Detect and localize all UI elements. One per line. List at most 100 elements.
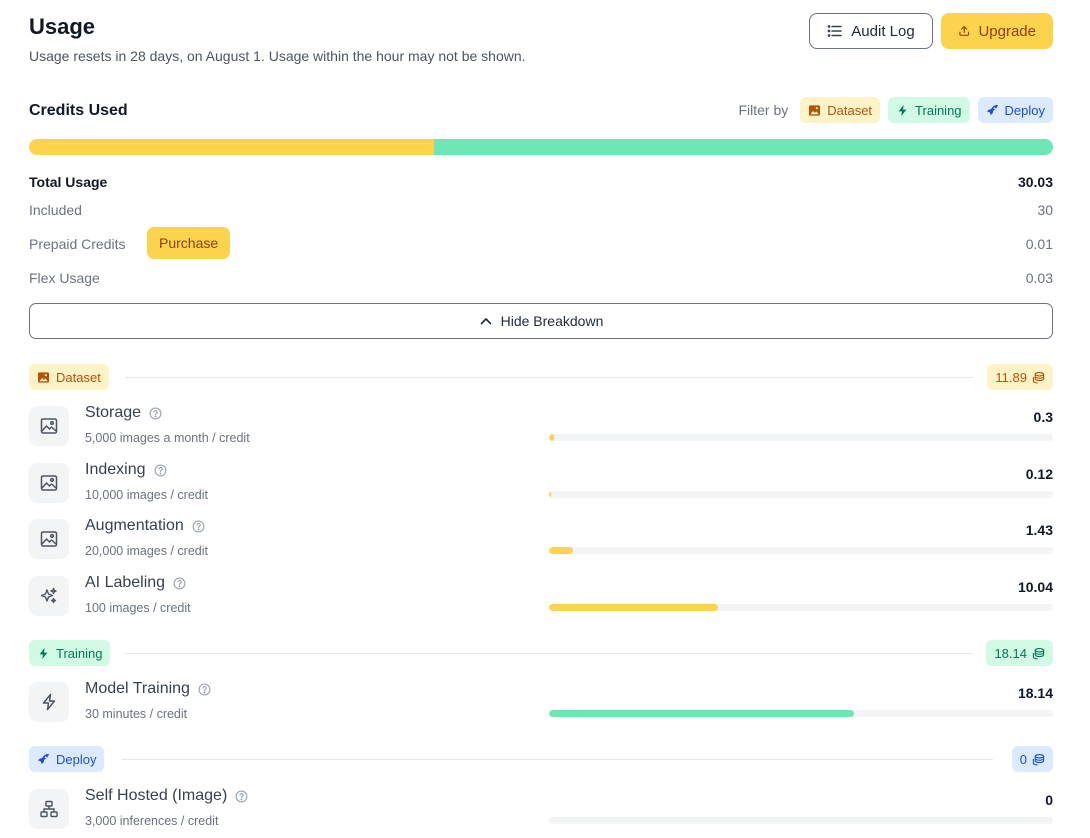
upgrade-label: Upgrade bbox=[978, 22, 1036, 40]
filter-dataset-label: Dataset bbox=[827, 102, 873, 118]
usage-page: Usage Usage resets in 28 days, on August… bbox=[29, 0, 1053, 829]
storage-progress-fill bbox=[549, 434, 555, 441]
usage-item-storage: Storage 5,000 images a month / credit 0.… bbox=[29, 404, 1053, 452]
model-training-progress-fill bbox=[549, 710, 854, 717]
usage-item-model-training: Model Training 30 minutes / credit 18.14 bbox=[29, 680, 1053, 728]
lightning-icon bbox=[898, 104, 907, 116]
indexing-progress-track bbox=[549, 491, 1053, 498]
prepaid-credits-label: Prepaid Credits bbox=[29, 236, 126, 252]
section-divider bbox=[125, 653, 973, 654]
storage-value: 0.3 bbox=[1033, 409, 1053, 425]
usage-item-name: Self Hosted (Image) bbox=[85, 787, 248, 805]
training-section-badge: Training bbox=[29, 640, 111, 666]
section-divider bbox=[121, 759, 993, 760]
lightning-icon bbox=[29, 682, 69, 722]
audit-log-button[interactable]: Audit Log bbox=[809, 13, 933, 49]
flex-usage-value: 0.03 bbox=[1025, 270, 1053, 286]
section-divider bbox=[125, 377, 973, 378]
ai-labeling-rate: 100 images / credit bbox=[85, 601, 191, 615]
storage-name: Storage bbox=[85, 404, 142, 421]
augmentation-name: Augmentation bbox=[85, 517, 184, 534]
usage-item-name: Model Training bbox=[85, 680, 211, 698]
upload-icon bbox=[959, 25, 970, 36]
training-section-total: 18.14 bbox=[986, 640, 1053, 666]
model-training-progress-track bbox=[549, 710, 1053, 717]
network-icon bbox=[29, 789, 69, 829]
image-icon bbox=[29, 406, 69, 446]
flex-usage-row: Flex Usage 0.03 bbox=[29, 270, 1053, 290]
credits-bar-segment-training bbox=[434, 139, 1053, 155]
model-training-name: Model Training bbox=[85, 680, 190, 697]
filter-deploy-label: Deploy bbox=[1004, 102, 1045, 118]
help-icon[interactable] bbox=[192, 520, 205, 533]
image-icon bbox=[37, 371, 50, 383]
total-usage-row: Total Usage 30.03 bbox=[29, 174, 1053, 194]
image-icon bbox=[29, 519, 69, 559]
image-icon bbox=[809, 104, 821, 116]
indexing-value: 0.12 bbox=[1025, 466, 1053, 482]
ai-labeling-progress-fill bbox=[549, 604, 718, 611]
training-section-label: Training bbox=[56, 645, 103, 661]
filter-dataset[interactable]: Dataset bbox=[800, 97, 881, 123]
usage-item-name: Storage bbox=[85, 404, 162, 422]
self-hosted-image-value: 0 bbox=[1045, 792, 1053, 808]
dataset-section-total: 11.89 bbox=[987, 364, 1053, 390]
filter-group: Filter by Dataset Training Deploy bbox=[738, 97, 1053, 123]
sparkles-icon bbox=[29, 576, 69, 616]
deploy-section-total: 0 bbox=[1011, 746, 1053, 772]
usage-item-name: AI Labeling bbox=[85, 574, 186, 592]
page-header: Usage Usage resets in 28 days, on August… bbox=[29, 0, 1053, 72]
self-hosted-image-name: Self Hosted (Image) bbox=[85, 787, 228, 804]
help-icon[interactable] bbox=[149, 407, 162, 420]
purchase-button[interactable]: Purchase bbox=[147, 227, 231, 259]
upgrade-button[interactable]: Upgrade bbox=[941, 13, 1053, 49]
model-training-value: 18.14 bbox=[1017, 685, 1053, 701]
self-hosted-image-progress-track bbox=[549, 817, 1053, 824]
included-value: 30 bbox=[1037, 202, 1053, 218]
coins-icon bbox=[1032, 753, 1045, 765]
credits-bar-segment-dataset bbox=[29, 139, 435, 155]
deploy-section-badge: Deploy bbox=[29, 746, 105, 772]
indexing-rate: 10,000 images / credit bbox=[85, 488, 208, 502]
ai-labeling-name: AI Labeling bbox=[85, 574, 166, 591]
filter-training[interactable]: Training bbox=[888, 97, 970, 123]
header-actions: Audit Log Upgrade bbox=[809, 13, 1053, 49]
deploy-section-header: Deploy 0 bbox=[29, 746, 1053, 772]
help-icon[interactable] bbox=[198, 683, 211, 696]
image-icon bbox=[29, 463, 69, 503]
included-label: Included bbox=[29, 202, 82, 218]
storage-rate: 5,000 images a month / credit bbox=[85, 431, 250, 445]
flex-usage-label: Flex Usage bbox=[29, 270, 100, 286]
credits-used-title: Credits Used bbox=[29, 102, 128, 119]
total-usage-value: 30.03 bbox=[1017, 174, 1053, 190]
usage-item-indexing: Indexing 10,000 images / credit 0.12 bbox=[29, 461, 1053, 509]
rocket-icon bbox=[986, 104, 998, 115]
list-icon bbox=[827, 25, 843, 37]
ai-labeling-value: 10.04 bbox=[1017, 579, 1053, 595]
help-icon[interactable] bbox=[154, 464, 167, 477]
credits-usage-bar bbox=[29, 139, 1053, 155]
hide-breakdown-button[interactable]: Hide Breakdown bbox=[29, 303, 1053, 339]
augmentation-rate: 20,000 images / credit bbox=[85, 544, 208, 558]
coins-icon bbox=[1032, 371, 1045, 383]
credits-used-header: Credits Used Filter by Dataset Training … bbox=[29, 96, 1053, 126]
rocket-icon bbox=[37, 753, 50, 764]
deploy-section-label: Deploy bbox=[56, 751, 97, 767]
indexing-name: Indexing bbox=[85, 461, 146, 478]
help-icon[interactable] bbox=[235, 790, 248, 803]
filter-deploy[interactable]: Deploy bbox=[977, 97, 1053, 123]
augmentation-progress-track bbox=[549, 547, 1053, 554]
augmentation-progress-fill bbox=[549, 547, 574, 554]
prepaid-credits-value: 0.01 bbox=[1025, 236, 1053, 252]
ai-labeling-progress-track bbox=[549, 604, 1053, 611]
augmentation-value: 1.43 bbox=[1025, 522, 1053, 538]
page-subtitle: Usage resets in 28 days, on August 1. Us… bbox=[29, 48, 526, 64]
total-usage-label: Total Usage bbox=[29, 174, 108, 190]
filter-label: Filter by bbox=[738, 102, 789, 118]
usage-item-augmentation: Augmentation 20,000 images / credit 1.43 bbox=[29, 517, 1053, 565]
dataset-section-badge: Dataset bbox=[29, 364, 109, 390]
help-icon[interactable] bbox=[173, 577, 186, 590]
chevron-up-icon bbox=[480, 318, 491, 325]
training-total-value: 18.14 bbox=[994, 645, 1027, 661]
usage-item-name: Indexing bbox=[85, 461, 167, 479]
